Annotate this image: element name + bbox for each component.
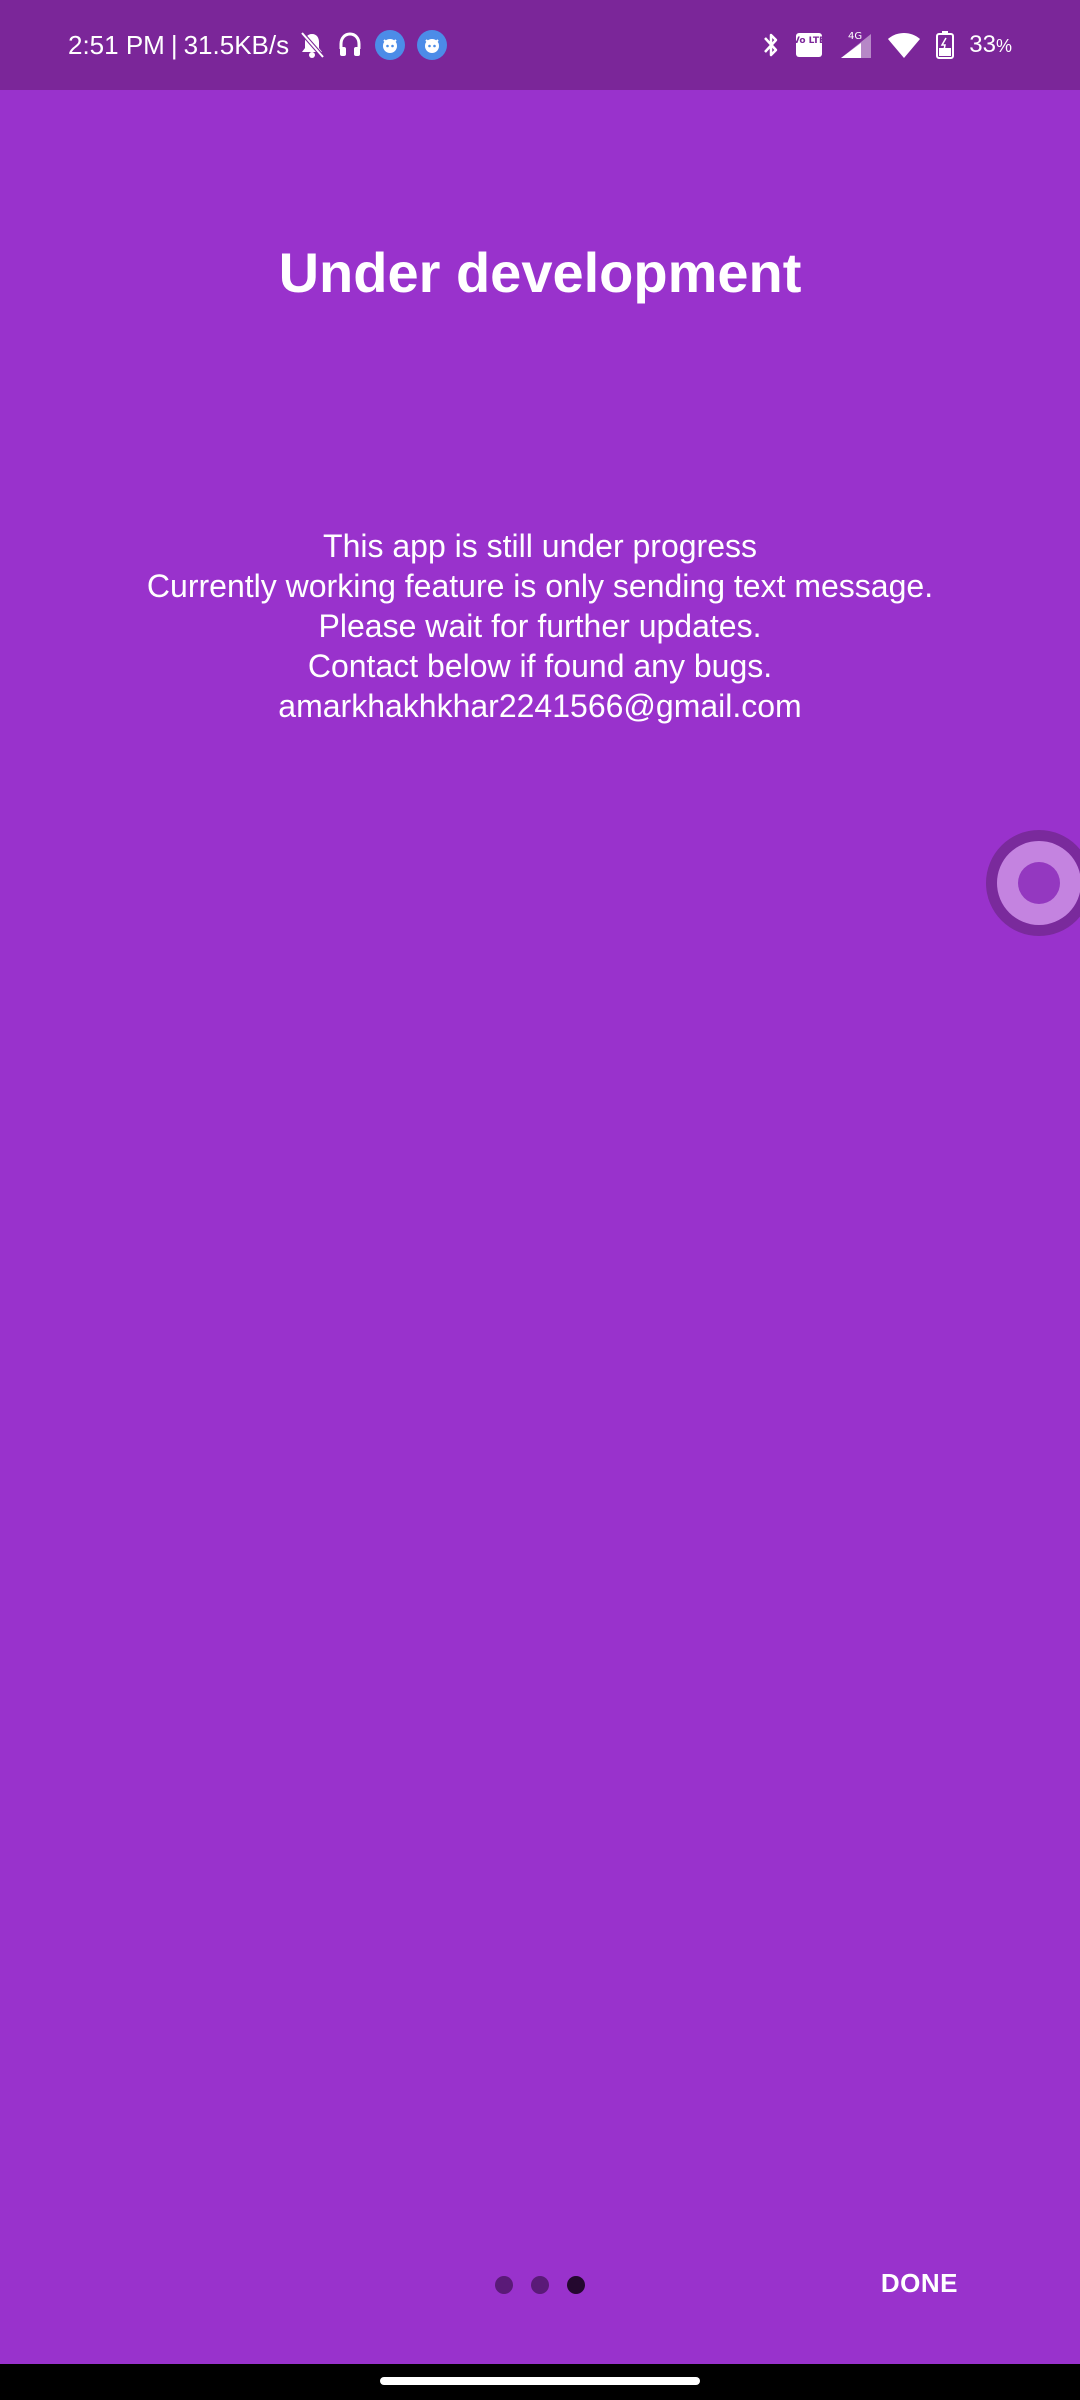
battery-percent: 33 [969,31,996,58]
status-separator: | [170,29,178,60]
navigation-bar [0,2364,1080,2400]
network-speed: 31.5KB/s [183,29,290,60]
message-line: Please wait for further updates. [318,608,762,644]
target-icon-core [1018,862,1060,904]
wifi-icon [887,31,921,59]
app-badge-icon [417,30,448,60]
status-right: Vo LTE 4G 33% [761,30,1012,60]
target-icon [997,841,1080,925]
volte-label: Vo LTE [795,36,823,46]
floating-assistant-button[interactable] [986,830,1080,936]
done-button[interactable]: DONE [881,2268,958,2299]
info-message: This app is still under progress Current… [0,526,1080,726]
battery-level: 33% [969,31,1012,59]
signal-4g-icon: 4G [837,30,873,60]
status-left: 2:51 PM | 31.5KB/s [68,0,448,104]
page-indicator-dot[interactable] [531,2276,549,2294]
bluetooth-icon [761,30,781,60]
page-title: Under development [278,241,802,304]
app-badge-icon [375,30,406,60]
headphones-icon [337,31,363,59]
status-bar: 2:51 PM | 31.5KB/s Vo LTE 4G 33% [0,0,1080,90]
status-time: 2:51 PM [68,29,165,60]
message-line: Currently working feature is only sendin… [146,568,934,604]
battery-icon [935,30,955,60]
home-indicator[interactable] [380,2377,700,2385]
page-indicator-dot-active[interactable] [567,2276,585,2294]
contact-email: amarkhakhkhar2241566@gmail.com [278,688,802,724]
volte-icon: Vo LTE [795,32,823,58]
page-indicator-dot[interactable] [495,2276,513,2294]
status-notification-icons [299,30,448,60]
bell-off-icon [299,31,325,59]
signal-type-label: 4G [848,31,862,42]
message-line: Contact below if found any bugs. [307,648,773,684]
battery-unit: % [995,36,1012,56]
message-line: This app is still under progress [323,528,757,564]
